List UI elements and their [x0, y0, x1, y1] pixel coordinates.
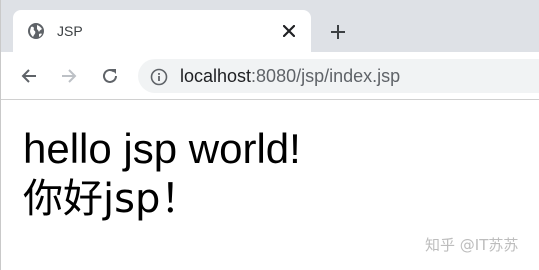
toolbar: localhost:8080/jsp/index.jsp — [1, 52, 539, 100]
address-bar[interactable]: localhost:8080/jsp/index.jsp — [138, 59, 539, 93]
url-text[interactable]: localhost:8080/jsp/index.jsp — [180, 66, 400, 87]
page-line-nihao: 你好jsp！ — [23, 176, 201, 222]
url-host: localhost — [180, 66, 252, 86]
url-path: :8080/jsp/index.jsp — [251, 66, 401, 86]
tab-jsp[interactable]: JSP — [13, 10, 311, 52]
globe-icon — [27, 22, 45, 40]
tab-strip: JSP — [1, 0, 539, 52]
close-icon[interactable] — [279, 21, 299, 41]
back-arrow-icon[interactable] — [17, 64, 41, 88]
tab-title: JSP — [57, 23, 83, 39]
page-line-hello: hello jsp world! — [23, 125, 301, 172]
page-content: hello jsp world! 你好jsp！ — [23, 124, 301, 224]
info-icon[interactable] — [150, 68, 168, 86]
plus-icon[interactable] — [326, 20, 350, 44]
reload-icon[interactable] — [98, 64, 122, 88]
watermark: 知乎 @IT苏苏 — [425, 236, 519, 254]
forward-arrow-icon[interactable] — [57, 64, 81, 88]
browser-window: JSP localhost:8080/jsp/index.jsp hello j… — [0, 0, 539, 270]
